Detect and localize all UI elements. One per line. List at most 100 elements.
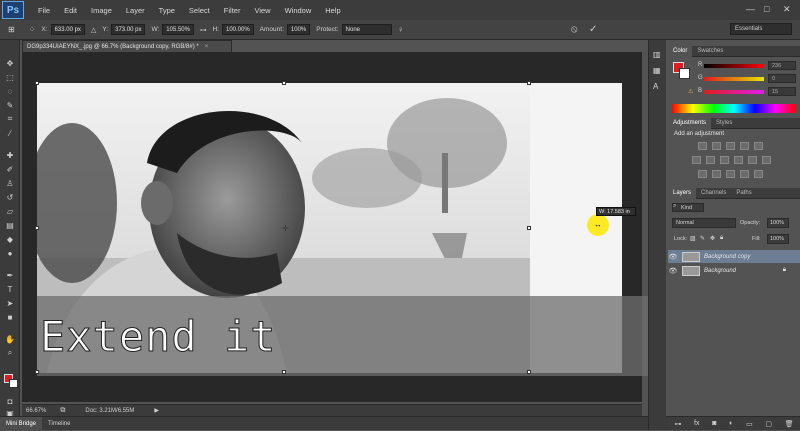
hand-tool-icon[interactable]: ✋ — [4, 334, 16, 344]
background-color-swatch[interactable] — [9, 379, 18, 388]
protect-skin-icon[interactable]: ♀ — [398, 25, 404, 34]
x-field[interactable]: 633.00 px — [50, 24, 85, 35]
cancel-transform-icon[interactable]: ⦸ — [571, 24, 578, 35]
color-balance-icon[interactable] — [706, 156, 715, 164]
maximize-icon[interactable]: □ — [764, 4, 769, 14]
history-panel-icon[interactable]: ▥ — [653, 50, 661, 59]
transform-handle[interactable] — [527, 81, 531, 85]
visibility-eye-icon[interactable]: 👁︎ — [668, 267, 678, 275]
clone-stamp-icon[interactable]: ♙ — [4, 178, 16, 188]
tab-timeline[interactable]: Timeline — [42, 417, 76, 431]
menu-type[interactable]: Type — [159, 6, 175, 15]
menu-image[interactable]: Image — [91, 6, 112, 15]
layer-filter-kind[interactable]: Kind — [672, 203, 704, 212]
g-value[interactable]: 0 — [768, 74, 796, 83]
menu-filter[interactable]: Filter — [224, 6, 241, 15]
lock-transparent-icon[interactable]: ▨ — [690, 235, 696, 242]
menu-file[interactable]: File — [38, 6, 50, 15]
y-field[interactable]: 373.00 px — [111, 24, 146, 35]
blend-mode-select[interactable]: Normal — [672, 218, 736, 228]
close-document-icon[interactable]: × — [205, 44, 209, 50]
dodge-tool-icon[interactable]: ● — [4, 248, 16, 258]
layer-row[interactable]: 👁︎ Background copy — [668, 250, 800, 263]
history-brush-icon[interactable]: ↺ — [4, 192, 16, 202]
quick-mask-icon[interactable]: ◘ — [4, 396, 16, 406]
transform-handle[interactable] — [527, 226, 531, 230]
zoom-level[interactable]: 66.67% — [26, 408, 46, 414]
brush-tool-icon[interactable]: ✐ — [4, 164, 16, 174]
commit-transform-icon[interactable]: ✓ — [589, 24, 597, 35]
b-value[interactable]: 15 — [768, 87, 796, 96]
zoom-tool-icon[interactable]: ⌕ — [4, 348, 16, 358]
status-options-icon[interactable]: ⧉ — [60, 407, 65, 415]
r-slider[interactable] — [704, 64, 764, 68]
r-value[interactable]: 236 — [768, 61, 796, 70]
delete-layer-icon[interactable]: 🗑︎ — [785, 420, 794, 428]
color-background-swatch[interactable] — [679, 68, 690, 79]
levels-icon[interactable] — [712, 142, 721, 150]
layer-name[interactable]: Background copy — [704, 254, 750, 260]
minimize-icon[interactable]: — — [746, 4, 755, 14]
hue-saturation-icon[interactable] — [692, 156, 701, 164]
vibrance-icon[interactable] — [754, 142, 763, 150]
lock-pixels-icon[interactable]: ✎ — [700, 235, 705, 242]
brightness-contrast-icon[interactable] — [698, 142, 707, 150]
menu-edit[interactable]: Edit — [64, 6, 77, 15]
tab-color[interactable]: Color — [668, 45, 693, 57]
quick-select-icon[interactable]: ✎ — [4, 100, 16, 110]
transform-handle[interactable] — [282, 370, 286, 374]
visibility-eye-icon[interactable]: 👁︎ — [668, 253, 678, 261]
warning-icon[interactable]: ⚠ — [688, 88, 693, 95]
crop-tool-icon[interactable]: ⌗ — [4, 114, 16, 124]
exposure-icon[interactable] — [740, 142, 749, 150]
color-spectrum[interactable] — [672, 104, 796, 113]
new-layer-icon[interactable]: ▢ — [765, 420, 772, 428]
transform-center-icon[interactable]: ✛ — [282, 224, 289, 233]
new-group-icon[interactable]: ▭ — [746, 420, 753, 428]
layer-name[interactable]: Background — [704, 268, 736, 274]
layer-row[interactable]: 👁︎ Background 🔒︎ — [668, 264, 800, 277]
path-select-icon[interactable]: ➤ — [4, 298, 16, 308]
properties-panel-icon[interactable]: ▦ — [653, 66, 661, 75]
w-field[interactable]: 105.50% — [162, 24, 194, 35]
transform-handle[interactable] — [282, 81, 286, 85]
document-tab[interactable]: DG9p334UIAEYNX_.jpg @ 66.7% (Background … — [22, 40, 232, 52]
transform-handle[interactable] — [35, 81, 39, 85]
menu-window[interactable]: Window — [285, 6, 312, 15]
link-icon[interactable]: ⊶ — [200, 26, 207, 34]
tab-swatches[interactable]: Swatches — [692, 46, 728, 57]
status-menu-arrow-icon[interactable]: ▶ — [154, 407, 159, 414]
color-lookup-icon[interactable] — [762, 156, 771, 164]
link-layers-icon[interactable]: ⊶ — [674, 420, 681, 428]
pen-tool-icon[interactable]: ✒ — [4, 270, 16, 280]
character-panel-icon[interactable]: A — [653, 82, 658, 91]
tab-mini-bridge[interactable]: Mini Bridge — [0, 416, 43, 431]
fill-field[interactable]: 100% — [767, 234, 789, 244]
h-field[interactable]: 100.00% — [221, 24, 254, 35]
threshold-icon[interactable] — [726, 170, 735, 178]
delta-icon[interactable]: △ — [91, 26, 96, 34]
eraser-icon[interactable]: ▱ — [4, 206, 16, 216]
blur-tool-icon[interactable]: ◆ — [4, 234, 16, 244]
posterize-icon[interactable] — [712, 170, 721, 178]
transform-handle[interactable] — [527, 370, 531, 374]
menu-view[interactable]: View — [254, 6, 270, 15]
add-mask-icon[interactable]: ◙ — [712, 420, 716, 427]
type-tool-icon[interactable]: T — [4, 284, 16, 294]
tab-adjustments[interactable]: Adjustments — [668, 117, 712, 129]
close-icon[interactable]: ✕ — [783, 4, 791, 15]
lock-all-icon[interactable]: 🔒︎ — [720, 235, 723, 242]
tab-layers[interactable]: Layers — [668, 187, 697, 199]
reference-point-icon[interactable]: ⁘ — [29, 25, 36, 34]
shape-tool-icon[interactable]: ■ — [4, 312, 16, 322]
tab-styles[interactable]: Styles — [711, 118, 737, 129]
gradient-tool-icon[interactable]: ▤ — [4, 220, 16, 230]
selective-color-icon[interactable] — [754, 170, 763, 178]
lock-position-icon[interactable]: ✥ — [710, 235, 715, 242]
new-adjustment-icon[interactable]: ◐ — [729, 420, 733, 427]
menu-help[interactable]: Help — [325, 6, 340, 15]
eyedropper-icon[interactable]: ⁄ — [4, 128, 16, 138]
channel-mixer-icon[interactable] — [748, 156, 757, 164]
tab-paths[interactable]: Paths — [731, 188, 756, 199]
black-white-icon[interactable] — [720, 156, 729, 164]
